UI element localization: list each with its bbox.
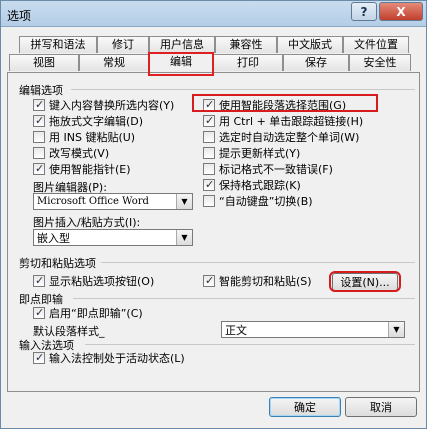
smart-cursoring-checkbox[interactable] — [33, 162, 45, 175]
click-type-divider — [73, 298, 415, 299]
typing-replaces-selection[interactable]: 键入内容替换所选内容(Y) — [33, 98, 174, 112]
mark-format-inconsistencies-checkbox[interactable] — [203, 163, 215, 175]
show-paste-options[interactable]: 显示粘贴选项按钮(O) — [33, 274, 154, 288]
mark-format-inconsistencies[interactable]: 标记格式不一致错误(F) — [203, 162, 333, 176]
tab-security[interactable]: 安全性 — [349, 54, 411, 71]
smart-cut-paste-checkbox[interactable] — [203, 274, 215, 287]
prompt-update-style-checkbox[interactable] — [203, 147, 215, 159]
overtype-mode[interactable]: 改写模式(V) — [33, 146, 109, 160]
tab-track-changes[interactable]: 修订 — [97, 36, 149, 53]
options-dialog: 选项 ? X 拼写和语法 修订 用户信息 兼容性 中文版式 文件位置 视图 常规… — [0, 0, 427, 429]
enable-click-type-checkbox[interactable] — [33, 306, 45, 319]
smart-paragraph-selection-checkbox[interactable] — [203, 98, 215, 111]
settings-button[interactable]: 设置(N)... — [332, 273, 398, 291]
cut-paste-divider — [101, 262, 415, 263]
chevron-down-icon: ▼ — [388, 322, 404, 337]
keep-track-formatting-checkbox[interactable] — [203, 178, 215, 191]
drag-drop-editing[interactable]: 拖放式文字编辑(D) — [33, 114, 143, 128]
tab-file-locations[interactable]: 文件位置 — [343, 36, 409, 53]
tab-compatibility[interactable]: 兼容性 — [215, 36, 277, 53]
help-icon: ? — [360, 4, 368, 19]
ctrl-click-hyperlink[interactable]: 用 Ctrl + 单击跟踪超链接(H) — [203, 114, 363, 128]
tab-view[interactable]: 视图 — [9, 54, 79, 71]
close-button[interactable]: X — [379, 2, 423, 21]
close-icon: X — [396, 4, 406, 19]
default-style-dropdown[interactable]: 正文 ▼ — [221, 321, 405, 338]
auto-keyboard-switching-checkbox[interactable] — [203, 195, 215, 207]
tab-asian-typography[interactable]: 中文版式 — [277, 36, 343, 53]
ime-control-active-checkbox[interactable] — [33, 351, 45, 364]
show-paste-options-checkbox[interactable] — [33, 274, 45, 287]
insert-paste-label: 图片插入/粘贴方式(I): — [33, 216, 141, 229]
ctrl-click-hyperlink-checkbox[interactable] — [203, 114, 215, 127]
window-title: 选项 — [7, 9, 32, 23]
picture-editor-dropdown[interactable]: Microsoft Office Word ▼ — [33, 193, 193, 210]
prompt-update-style[interactable]: 提示更新样式(Y) — [203, 146, 300, 160]
overtype-mode-checkbox[interactable] — [33, 147, 45, 159]
smart-cut-paste[interactable]: 智能剪切和粘贴(S) — [203, 274, 312, 288]
tab-edit[interactable]: 编辑 — [149, 53, 213, 72]
chevron-down-icon: ▼ — [176, 230, 192, 245]
edit-options-divider — [71, 89, 415, 90]
auto-keyboard-switching[interactable]: “自动键盘”切换(B) — [203, 194, 313, 208]
ime-control-active[interactable]: 输入法控制处于活动状态(L) — [33, 351, 185, 365]
auto-select-word-checkbox[interactable] — [203, 131, 215, 143]
chevron-down-icon: ▼ — [176, 194, 192, 209]
drag-drop-editing-checkbox[interactable] — [33, 114, 45, 127]
ime-divider — [85, 344, 415, 345]
cancel-button[interactable]: 取消 — [345, 397, 417, 417]
cut-paste-heading: 剪切和粘贴选项 — [19, 257, 96, 270]
smart-cursoring[interactable]: 使用智能指针(E) — [33, 162, 131, 176]
tab-user-info[interactable]: 用户信息 — [149, 36, 215, 53]
auto-select-word[interactable]: 选定时自动选定整个单词(W) — [203, 130, 359, 144]
title-bar: 选项 ? X — [1, 1, 426, 27]
insert-paste-dropdown[interactable]: 嵌入型 ▼ — [33, 229, 193, 246]
smart-paragraph-selection[interactable]: 使用智能段落选择范围(G) — [203, 98, 346, 112]
edit-options-heading: 编辑选项 — [19, 84, 63, 97]
keep-track-formatting[interactable]: 保持格式跟踪(K) — [203, 178, 301, 192]
tab-spelling-grammar[interactable]: 拼写和语法 — [19, 36, 97, 53]
tab-general[interactable]: 常规 — [79, 54, 149, 71]
ins-key-paste-checkbox[interactable] — [33, 131, 45, 143]
typing-replaces-selection-checkbox[interactable] — [33, 98, 45, 111]
tab-save[interactable]: 保存 — [283, 54, 349, 71]
tab-print[interactable]: 打印 — [213, 54, 283, 71]
ok-button[interactable]: 确定 — [269, 397, 341, 417]
ins-key-paste[interactable]: 用 INS 键粘贴(U) — [33, 130, 135, 144]
enable-click-type[interactable]: 启用“即点即输”(C) — [33, 306, 143, 320]
help-button[interactable]: ? — [351, 2, 377, 21]
